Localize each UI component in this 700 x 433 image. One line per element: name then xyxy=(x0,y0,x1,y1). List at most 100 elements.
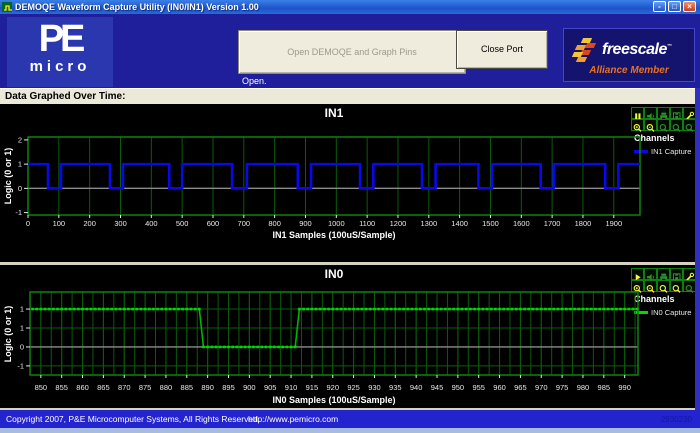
data-point-marker xyxy=(52,308,55,311)
x-tick-label: 1100 xyxy=(359,219,375,228)
status-bar: Copyright 2007, P&E Microcomputer System… xyxy=(0,410,700,428)
data-point-marker xyxy=(519,308,522,311)
data-point-marker xyxy=(194,308,197,311)
close-button[interactable]: × xyxy=(683,1,696,12)
y-tick-label: 2 xyxy=(18,135,22,144)
title-bar: DEMOQE Waveform Capture Utility (IN0/IN1… xyxy=(0,0,700,14)
data-point-marker xyxy=(173,308,176,311)
x-tick-label: 800 xyxy=(268,219,281,228)
data-point-marker xyxy=(294,346,297,349)
data-point-marker xyxy=(177,308,180,311)
data-point-marker xyxy=(582,308,585,311)
data-point-marker xyxy=(511,308,514,311)
data-point-marker xyxy=(636,308,639,311)
data-point-marker xyxy=(236,346,239,349)
data-point-marker xyxy=(306,308,309,311)
data-point-marker xyxy=(394,308,397,311)
plot-area[interactable]: 110-185085586086587087588088589089590090… xyxy=(0,265,700,408)
x-tick-label: 950 xyxy=(452,383,465,392)
data-point-marker xyxy=(165,308,168,311)
waveform-in1 xyxy=(28,164,640,188)
x-tick-label: 850 xyxy=(35,383,48,392)
data-point-marker xyxy=(577,308,580,311)
copyright-text: Copyright 2007, P&E Microcomputer System… xyxy=(6,414,260,424)
data-point-marker xyxy=(85,308,88,311)
x-tick-label: 940 xyxy=(410,383,423,392)
data-point-marker xyxy=(223,346,226,349)
data-point-marker xyxy=(381,308,384,311)
data-point-marker xyxy=(336,308,339,311)
y-tick-label: 0 xyxy=(18,184,22,193)
data-point-marker xyxy=(444,308,447,311)
x-tick-label: 600 xyxy=(207,219,220,228)
maximize-button[interactable]: □ xyxy=(668,1,681,12)
open-demoqe-button[interactable]: Open DEMOQE and Graph Pins xyxy=(238,30,466,74)
data-point-marker xyxy=(561,308,564,311)
data-point-marker xyxy=(31,308,34,311)
alliance-member-text: Alliance Member xyxy=(564,65,694,76)
data-point-marker xyxy=(502,308,505,311)
data-point-marker xyxy=(265,346,268,349)
data-point-marker xyxy=(373,308,376,311)
x-tick-label: 1800 xyxy=(575,219,592,228)
data-point-marker xyxy=(219,346,222,349)
x-tick-label: 860 xyxy=(76,383,89,392)
data-point-marker xyxy=(185,308,188,311)
y-tick-label: 0 xyxy=(20,342,24,351)
x-tick-label: 980 xyxy=(577,383,590,392)
x-tick-label: 1400 xyxy=(451,219,468,228)
data-point-marker xyxy=(415,308,418,311)
data-point-marker xyxy=(490,308,493,311)
x-tick-label: 935 xyxy=(389,383,402,392)
close-port-button[interactable]: Close Port xyxy=(456,30,548,69)
data-point-marker xyxy=(352,308,355,311)
data-point-marker xyxy=(240,346,243,349)
data-point-marker xyxy=(48,308,51,311)
x-tick-label: 985 xyxy=(598,383,611,392)
data-point-marker xyxy=(557,308,560,311)
x-tick-label: 925 xyxy=(347,383,360,392)
x-tick-label: 1000 xyxy=(328,219,345,228)
x-tick-label: 900 xyxy=(299,219,312,228)
data-point-marker xyxy=(540,308,543,311)
data-point-marker xyxy=(252,346,255,349)
data-point-marker xyxy=(390,308,393,311)
data-point-marker xyxy=(269,346,272,349)
data-point-marker xyxy=(140,308,143,311)
data-point-marker xyxy=(202,346,205,349)
minimize-button[interactable]: - xyxy=(653,1,666,12)
data-point-marker xyxy=(331,308,334,311)
website-url-text: http://www.pemicro.com xyxy=(248,414,338,424)
data-point-marker xyxy=(206,346,209,349)
data-point-marker xyxy=(477,308,480,311)
data-point-marker xyxy=(198,308,201,311)
data-point-marker xyxy=(311,308,314,311)
y-tick-label: 1 xyxy=(20,305,24,314)
data-point-marker xyxy=(569,308,572,311)
data-point-marker xyxy=(319,308,322,311)
data-point-marker xyxy=(277,346,280,349)
data-point-marker xyxy=(448,308,451,311)
data-point-marker xyxy=(523,308,526,311)
data-point-marker xyxy=(348,308,351,311)
pemicro-logo-mark: PE xyxy=(7,19,113,59)
data-point-marker xyxy=(361,308,364,311)
plot-frame xyxy=(30,292,638,375)
data-point-marker xyxy=(77,308,80,311)
x-tick-label: 1900 xyxy=(605,219,622,228)
data-point-marker xyxy=(160,308,163,311)
x-tick-label: 965 xyxy=(514,383,527,392)
data-point-marker xyxy=(135,308,138,311)
x-tick-label: 990 xyxy=(618,383,631,392)
y-tick-label: 1 xyxy=(20,324,24,333)
x-tick-label: 1700 xyxy=(544,219,561,228)
data-point-marker xyxy=(607,308,610,311)
data-point-marker xyxy=(532,308,535,311)
data-point-marker xyxy=(548,308,551,311)
window-right-edge xyxy=(695,88,700,410)
freescale-wordmark: freescale™ xyxy=(602,41,671,59)
data-point-marker xyxy=(148,308,151,311)
data-point-marker xyxy=(90,308,93,311)
data-point-marker xyxy=(356,308,359,311)
data-point-marker xyxy=(315,308,318,311)
